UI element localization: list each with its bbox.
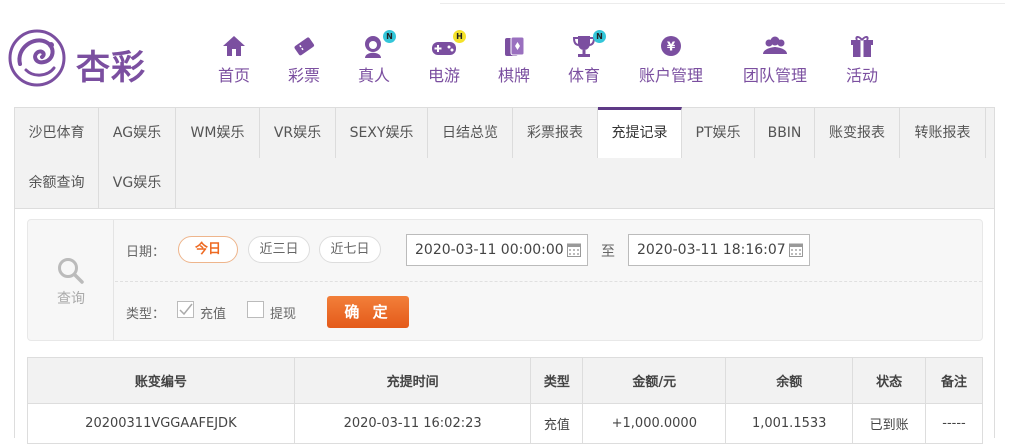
range-today-button[interactable]: 今日 bbox=[178, 236, 238, 263]
nav-lottery[interactable]: 彩票 bbox=[286, 33, 322, 93]
nav-label: 电游 bbox=[427, 66, 460, 85]
team-icon bbox=[761, 33, 789, 59]
tab-bbin[interactable]: BBIN bbox=[755, 108, 815, 158]
svg-text:¥: ¥ bbox=[667, 40, 676, 54]
range-7days-button[interactable]: 近七日 bbox=[319, 236, 381, 263]
search-form: 查询 日期： 今日 近三日 近七日 2020-03-11 00:00:00 至 … bbox=[27, 219, 983, 341]
nav-label: 体育 bbox=[567, 66, 600, 85]
new-badge: N bbox=[593, 30, 606, 43]
withdraw-checkbox[interactable] bbox=[247, 301, 264, 318]
nav-label: 活动 bbox=[845, 66, 878, 85]
tab-account-change[interactable]: 账变报表 bbox=[815, 108, 900, 158]
table-header-row: 账变编号 充提时间 类型 金额/元 余额 状态 备注 bbox=[27, 357, 983, 404]
withdraw-label: 提现 bbox=[270, 307, 297, 322]
nav-promotions[interactable]: 活动 bbox=[844, 33, 880, 93]
col-header-type: 类型 bbox=[530, 357, 584, 404]
new-badge: N bbox=[383, 30, 396, 43]
report-tabs: 沙巴体育 AG娱乐 WM娱乐 VR娱乐 SEXY娱乐 日结总览 彩票报表 充提记… bbox=[15, 107, 994, 209]
nav-sports[interactable]: N 体育 bbox=[566, 30, 606, 93]
end-date-value: 2020-03-11 18:16:07 bbox=[637, 242, 786, 258]
tab-pt[interactable]: PT娱乐 bbox=[682, 108, 755, 158]
search-icon bbox=[58, 258, 84, 284]
nav-label: 彩票 bbox=[287, 66, 320, 85]
deposit-checkbox[interactable] bbox=[177, 301, 194, 318]
yen-icon: ¥ bbox=[657, 33, 685, 59]
records-panel: 沙巴体育 AG娱乐 WM娱乐 VR娱乐 SEXY娱乐 日结总览 彩票报表 充提记… bbox=[14, 107, 995, 444]
gift-icon bbox=[848, 33, 876, 59]
tab-vg[interactable]: VG娱乐 bbox=[99, 158, 176, 208]
date-label: 日期： bbox=[126, 245, 166, 260]
start-date-input[interactable]: 2020-03-11 00:00:00 bbox=[406, 234, 588, 266]
tab-saba-sports[interactable]: 沙巴体育 bbox=[15, 108, 99, 158]
calendar-icon bbox=[789, 243, 803, 257]
tab-deposit-withdraw[interactable]: 充提记录 bbox=[598, 107, 682, 158]
nav-home[interactable]: 首页 bbox=[216, 33, 252, 93]
nav-label: 团队管理 bbox=[742, 66, 807, 85]
calendar-icon bbox=[567, 243, 581, 257]
confirm-button[interactable]: 确 定 bbox=[327, 296, 409, 328]
nav-team[interactable]: 团队管理 bbox=[740, 33, 810, 93]
nav-cards[interactable]: 棋牌 bbox=[496, 33, 532, 93]
nav-account[interactable]: ¥ 账户管理 bbox=[636, 33, 706, 93]
main-nav: 首页 彩票 N 真人 H 电游 棋牌 N 体育 ¥ 账户管理 团队管理 活动 bbox=[0, 30, 1025, 93]
tab-transfer-report[interactable]: 转账报表 bbox=[900, 108, 986, 158]
col-header-time: 充提时间 bbox=[293, 357, 532, 404]
col-header-balance: 余额 bbox=[725, 357, 854, 404]
tab-balance-query[interactable]: 余额查询 bbox=[15, 158, 99, 208]
gamepad-icon: H bbox=[430, 30, 466, 59]
check-icon bbox=[179, 303, 193, 316]
tab-vr[interactable]: VR娱乐 bbox=[260, 108, 336, 158]
tab-daily-summary[interactable]: 日结总览 bbox=[428, 108, 513, 158]
cards-icon bbox=[500, 33, 528, 59]
hot-badge: H bbox=[453, 30, 466, 43]
nav-label: 真人 bbox=[357, 66, 390, 85]
col-header-remark: 备注 bbox=[925, 357, 983, 404]
deposit-label: 充值 bbox=[200, 307, 227, 322]
form-divider bbox=[115, 281, 982, 282]
col-header-amount: 金额/元 bbox=[582, 357, 727, 404]
tab-wm[interactable]: WM娱乐 bbox=[176, 108, 260, 158]
range-3days-button[interactable]: 近三日 bbox=[248, 236, 310, 263]
nav-label: 棋牌 bbox=[497, 66, 530, 85]
nav-label: 首页 bbox=[217, 66, 250, 85]
live-dealer-icon: N bbox=[360, 30, 396, 59]
end-date-input[interactable]: 2020-03-11 18:16:07 bbox=[628, 234, 810, 266]
trophy-icon: N bbox=[570, 30, 606, 59]
search-button[interactable]: 查询 bbox=[28, 220, 114, 340]
site-header: 杏彩 首页 彩票 N 真人 H 电游 棋牌 N 体育 ¥ 账户管理 团队管理 活… bbox=[0, 0, 1025, 108]
records-table: 账变编号 充提时间 类型 金额/元 余额 状态 备注 20200311VGGAA… bbox=[27, 357, 983, 444]
nav-live-dealer[interactable]: N 真人 bbox=[356, 30, 396, 93]
type-label: 类型： bbox=[126, 307, 166, 322]
tab-lottery-report[interactable]: 彩票报表 bbox=[513, 108, 598, 158]
nav-e-games[interactable]: H 电游 bbox=[426, 30, 466, 93]
home-icon bbox=[220, 33, 248, 59]
ticket-icon bbox=[290, 33, 318, 59]
col-header-status: 状态 bbox=[852, 357, 927, 404]
start-date-value: 2020-03-11 00:00:00 bbox=[415, 242, 564, 258]
nav-label: 账户管理 bbox=[638, 66, 703, 85]
header-divider bbox=[440, 3, 1005, 4]
tab-sexy[interactable]: SEXY娱乐 bbox=[336, 108, 428, 158]
col-header-id: 账变编号 bbox=[27, 357, 295, 404]
tab-ag[interactable]: AG娱乐 bbox=[99, 108, 176, 158]
to-label: 至 bbox=[601, 244, 615, 260]
search-label: 查询 bbox=[57, 291, 85, 307]
